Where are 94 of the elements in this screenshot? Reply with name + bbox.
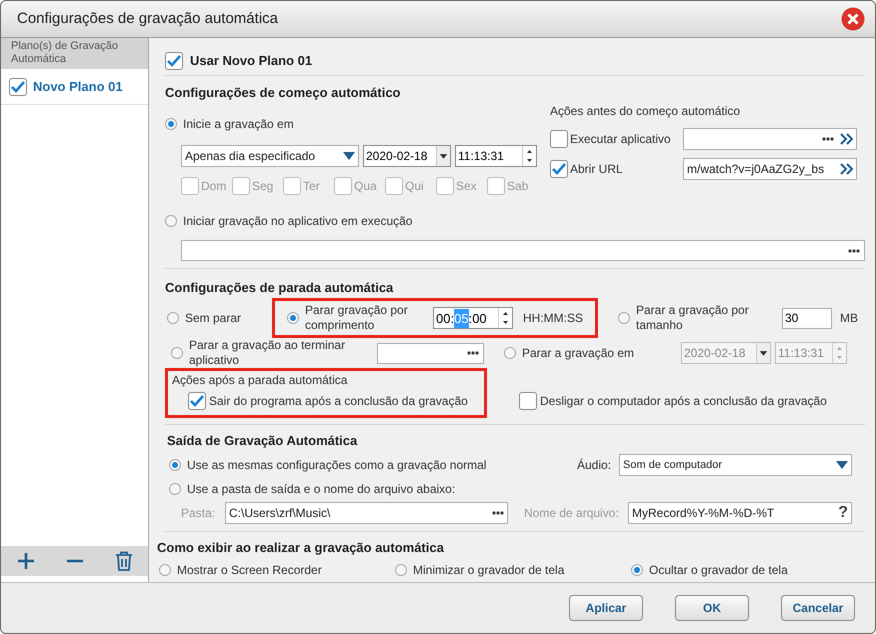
dropdown-arrow-icon[interactable] bbox=[343, 152, 355, 160]
trash-icon[interactable] bbox=[114, 551, 132, 571]
add-icon[interactable] bbox=[16, 552, 34, 570]
double-chevron-icon[interactable] bbox=[840, 163, 853, 176]
help-icon[interactable]: ? bbox=[838, 500, 848, 525]
weekday-label: Qua bbox=[354, 178, 377, 195]
radio-button[interactable] bbox=[165, 118, 177, 130]
checkbox[interactable] bbox=[188, 392, 206, 410]
option-label: Parar a gravação em bbox=[522, 345, 634, 362]
option-label: Use a pasta de saída e o nome do arquivo abaixo: bbox=[187, 480, 456, 498]
window-title: Configurações de gravação automática bbox=[17, 8, 278, 29]
radio-button[interactable] bbox=[159, 564, 171, 576]
time-text: 05 bbox=[454, 308, 469, 328]
plan-toggle-label: Usar Novo Plano 01 bbox=[190, 52, 312, 70]
section-title: Configurações de parada automática bbox=[165, 278, 394, 297]
radio-button[interactable] bbox=[504, 347, 516, 360]
double-chevron-icon[interactable] bbox=[840, 133, 853, 146]
group-label: Ações após a parada automática bbox=[172, 372, 348, 390]
option-label: Parar gravação por comprimento bbox=[305, 303, 409, 334]
option-label: Inicie a gravação em bbox=[183, 116, 294, 133]
checkbox[interactable] bbox=[165, 52, 183, 70]
checkbox[interactable] bbox=[334, 176, 352, 195]
time-text: 00 bbox=[472, 310, 487, 328]
dialog-button[interactable]: Aplicar bbox=[569, 595, 643, 621]
more-icon[interactable] bbox=[467, 351, 479, 356]
radio-button[interactable] bbox=[169, 482, 181, 495]
option-label: Use as mesmas configurações como a gravação normal bbox=[187, 457, 486, 474]
close-icon[interactable] bbox=[841, 7, 865, 31]
weekday-label: Sab bbox=[507, 178, 528, 195]
time-field[interactable]: 11:13:31 bbox=[455, 144, 537, 167]
option-label: Abrir URL bbox=[570, 161, 623, 178]
group-label: Ações antes do começo automático bbox=[550, 103, 742, 120]
checkbox[interactable] bbox=[9, 78, 27, 96]
option-label: Iniciar gravação no aplicativo em execução bbox=[183, 212, 412, 230]
checkbox[interactable] bbox=[487, 176, 505, 195]
weekday-label: Dom bbox=[201, 178, 226, 195]
option-label: HH:MM:SS bbox=[523, 310, 583, 328]
more-icon[interactable] bbox=[848, 248, 860, 253]
filename-field[interactable]: MyRecord%Y-%M-%D-%T ? bbox=[628, 502, 852, 524]
checkbox[interactable] bbox=[181, 176, 199, 195]
application-field[interactable] bbox=[377, 342, 484, 364]
radio-button[interactable] bbox=[618, 312, 630, 324]
sidebar-header: Plano(s) de Gravação Automática bbox=[1, 38, 148, 69]
dialog-button[interactable]: Cancelar bbox=[781, 595, 855, 621]
option-label: Parar a gravação ao terminar aplicativo bbox=[189, 338, 346, 368]
audio-dropdown[interactable]: Som de computador bbox=[619, 454, 852, 476]
date-field[interactable]: 2020-02-18 bbox=[363, 144, 451, 167]
radio-button[interactable] bbox=[167, 312, 179, 324]
schedule-dropdown[interactable]: Apenas dia especificado bbox=[181, 144, 359, 167]
section-title: Como exibir ao realizar a gravação automática bbox=[157, 538, 445, 557]
option-label: Parar a gravação por tamanho bbox=[636, 303, 750, 334]
url-field[interactable]: m/watch?v=j0AaZG2y_bs bbox=[683, 158, 857, 180]
radio-button[interactable] bbox=[171, 347, 183, 360]
radio-button[interactable] bbox=[395, 564, 407, 576]
section-title: Configurações de começo automático bbox=[165, 84, 402, 102]
size-field[interactable]: 30 bbox=[782, 308, 832, 329]
dialog-button[interactable]: OK bbox=[675, 595, 749, 621]
radio-button[interactable] bbox=[631, 564, 643, 576]
weekday-label: Seg bbox=[252, 178, 274, 195]
field-label: Áudio: bbox=[577, 457, 612, 474]
checkbox[interactable] bbox=[385, 176, 403, 195]
option-label: MB bbox=[840, 310, 858, 328]
option-label: Sem parar bbox=[185, 310, 242, 328]
more-icon[interactable] bbox=[492, 510, 504, 515]
checkbox[interactable] bbox=[550, 130, 568, 148]
radio-button[interactable] bbox=[169, 459, 181, 472]
section-title: Saída de Gravação Automática bbox=[167, 432, 358, 450]
option-label: Minimizar o gravador de tela bbox=[413, 562, 564, 579]
option-label: Mostrar o Screen Recorder bbox=[177, 562, 322, 579]
application-field[interactable] bbox=[683, 128, 857, 150]
weekday-label: Sex bbox=[456, 178, 477, 195]
radio-button[interactable] bbox=[165, 214, 177, 227]
more-icon[interactable] bbox=[822, 137, 834, 142]
dropdown-arrow-icon[interactable] bbox=[836, 461, 848, 470]
field-label: Pasta: bbox=[181, 504, 216, 522]
checkbox[interactable] bbox=[232, 176, 250, 195]
checkbox[interactable] bbox=[519, 392, 537, 410]
app-path-field[interactable] bbox=[181, 240, 865, 261]
radio-button[interactable] bbox=[287, 312, 299, 324]
folder-field[interactable]: C:\Users\zrf\Music\ bbox=[225, 502, 508, 524]
checkbox[interactable] bbox=[283, 176, 301, 195]
time-field[interactable]: 00:05:00 bbox=[433, 307, 513, 330]
time-text: 00 bbox=[436, 310, 450, 328]
field-label: Nome de arquivo: bbox=[524, 504, 620, 522]
option-label: Ocultar o gravador de tela bbox=[649, 562, 788, 579]
option-label: Executar aplicativo bbox=[570, 131, 671, 148]
option-label: Sair do programa após a conclusão da gravação bbox=[209, 393, 468, 410]
option-label: Desligar o computador após a conclusão da gravação bbox=[540, 393, 827, 410]
time-text: : bbox=[450, 310, 454, 328]
weekday-label: Qui bbox=[405, 178, 424, 195]
time-text: : bbox=[468, 310, 472, 328]
checkbox[interactable] bbox=[436, 176, 454, 195]
weekday-label: Ter bbox=[303, 178, 320, 195]
checkbox[interactable] bbox=[550, 160, 568, 178]
